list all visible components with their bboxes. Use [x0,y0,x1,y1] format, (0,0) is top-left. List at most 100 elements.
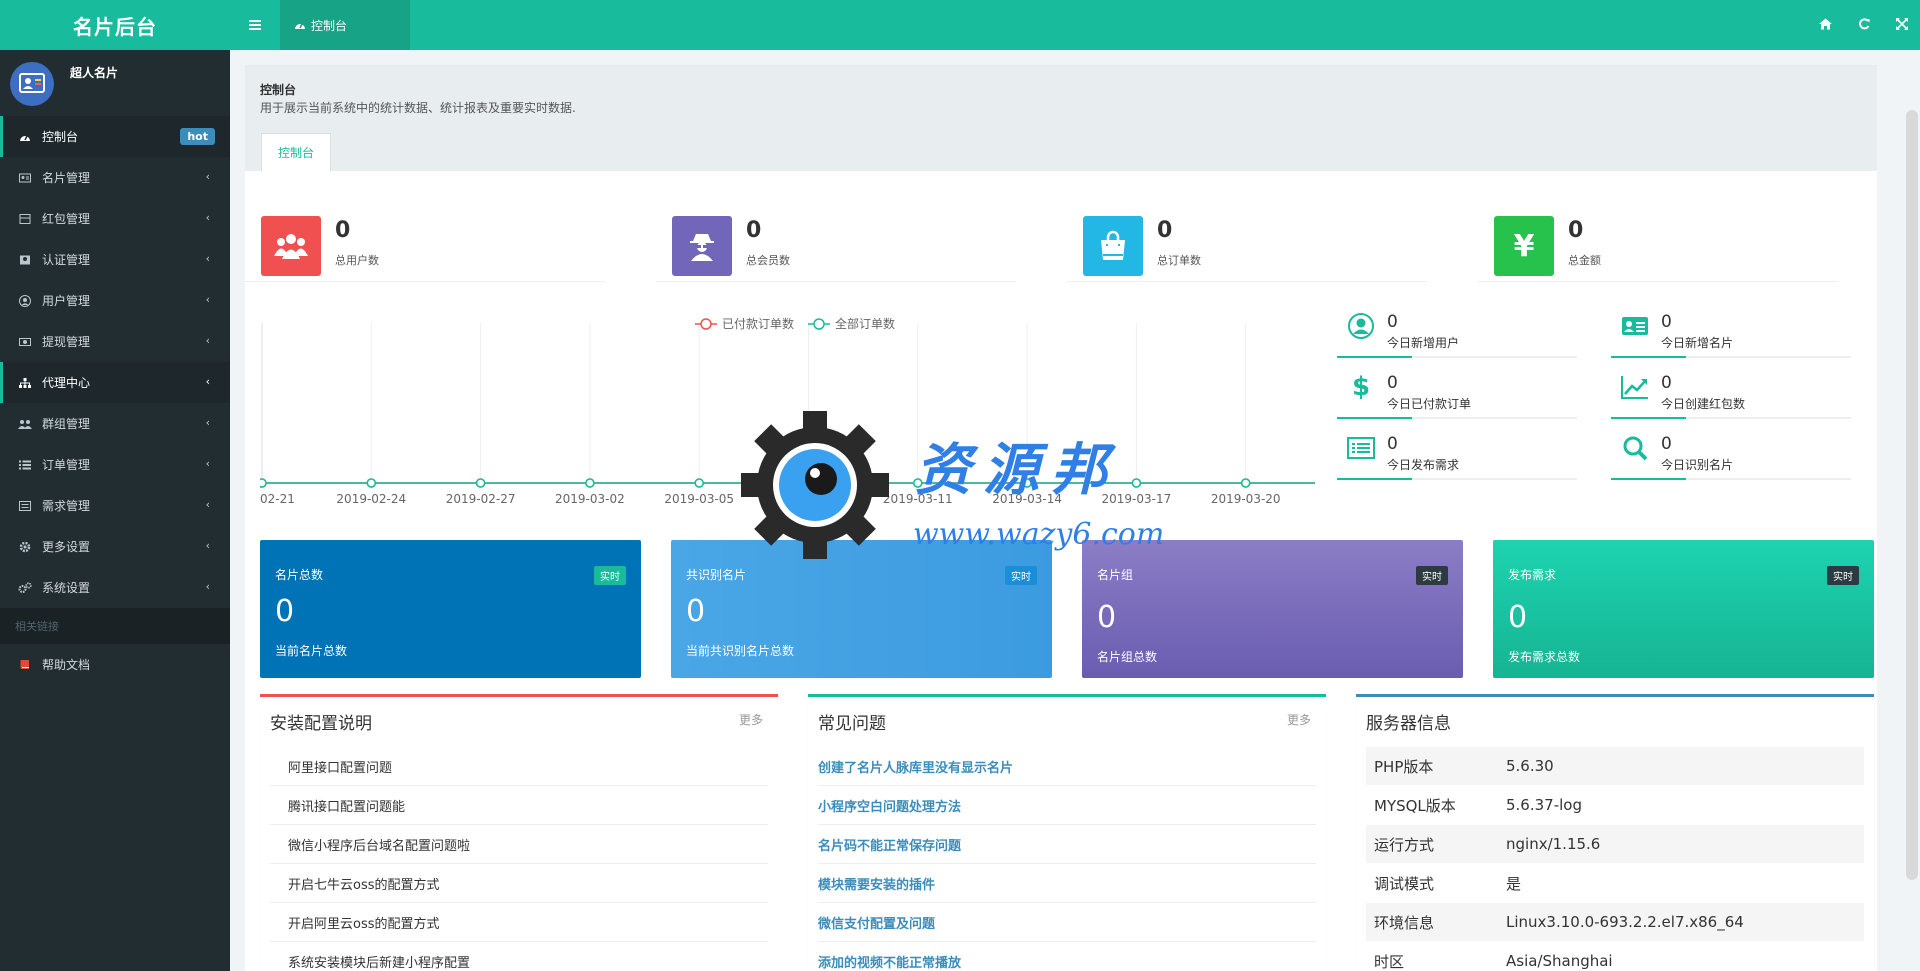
stat-value: 0 [746,218,762,243]
panel-header: 控制台 用于展示当前系统中的统计数据、统计报表及重要实时数据. 控制台 [245,65,1877,171]
sidebar-item-label: 提现管理 [42,335,91,349]
refresh-icon [1859,17,1870,29]
more-link[interactable]: 更多 [739,711,763,728]
user-circle-icon [1347,312,1375,340]
sidebar-item-system-settings[interactable]: 系统设置 ‹ [0,567,230,608]
data-point[interactable] [1240,478,1251,488]
list-item[interactable]: 腾讯接口配置问题能 [270,786,768,825]
refresh-button[interactable] [1858,17,1870,33]
sidebar-item-more-settings[interactable]: 更多设置 ‹ [0,526,230,567]
sidebar-item-help-docs[interactable]: 帮助文档 [0,644,230,685]
data-point[interactable] [913,478,923,488]
legend-label[interactable]: 已付款订单数 [722,316,794,331]
sidebar-item-demands[interactable]: 需求管理 ‹ [0,485,230,526]
chevron-left-icon: ‹ [205,580,210,593]
card-recognized-cards[interactable]: 共识别名片 实时 0 当前共识别名片总数 [671,540,1052,678]
data-point[interactable] [1022,478,1032,488]
realtime-badge: 实时 [1827,566,1859,585]
list-item[interactable]: 阿里接口配置问题 [270,747,768,786]
avatar[interactable] [10,62,54,106]
sidebar-item-card-management[interactable]: 名片管理 ‹ [0,157,230,198]
faq-link[interactable]: 名片码不能正常保存问题 [818,825,1316,864]
chevron-left-icon: ‹ [205,211,210,224]
list-alt-icon [1347,434,1375,462]
x-tick-label: 2019-03-14 [992,492,1062,506]
server-info-table: PHP版本 5.6.30 MYSQL版本 5.6.37-log 运行方式 nginx/… [1366,747,1864,971]
chevron-left-icon: ‹ [205,293,210,306]
faq-list: 创建了名片人脉库里没有显示名片 小程序空白问题处理方法 名片码不能正常保存问题 … [818,747,1316,971]
sidebar-item-withdraw[interactable]: 提现管理 ‹ [0,321,230,362]
row-key: 时区 [1374,952,1405,971]
home-icon [1819,18,1832,29]
table-row: 时区 Asia/Shanghai [1366,942,1864,971]
tab-dashboard-panel[interactable]: 控制台 [261,133,331,171]
sidebar-item-dashboard[interactable]: 控制台 hot [0,116,230,157]
sidebar-item-users[interactable]: 用户管理 ‹ [0,280,230,321]
card-description: 名片组总数 [1097,650,1158,664]
card-title: 名片组 [1097,568,1134,582]
sidebar-item-orders[interactable]: 订单管理 ‹ [0,444,230,485]
page-scrollbar[interactable] [1906,110,1918,880]
legend-label[interactable]: 全部订单数 [835,316,895,331]
money-icon [18,336,32,348]
chevron-left-icon: ‹ [205,416,210,429]
realtime-badge: 实时 [1416,566,1448,585]
data-point[interactable] [1131,478,1142,488]
app-logo[interactable]: 名片后台 [0,0,230,50]
book-icon [18,659,32,671]
small-stat-label: 今日识别名片 [1661,458,1734,472]
divider [1611,478,1686,480]
data-point[interactable] [366,478,377,488]
data-point[interactable] [803,478,814,488]
gears-icon [18,581,32,594]
list-item[interactable]: 系统安装模块后新建小程序配置 [270,942,768,971]
card-total-cards[interactable]: 名片总数 实时 0 当前名片总数 [260,540,641,678]
row-value: Linux3.10.0-693.2.2.el7.x86_64 [1506,913,1744,931]
faq-link[interactable]: 微信支付配置及问题 [818,903,1316,942]
sidebar-item-certification[interactable]: 认证管理 ‹ [0,239,230,280]
install-config-box: 安装配置说明 更多 阿里接口配置问题 腾讯接口配置问题能 微信小程序后台域名配置… [260,694,778,971]
user-circle-icon [18,294,32,307]
sidebar-item-groups[interactable]: 群组管理 ‹ [0,403,230,444]
tab-dashboard[interactable]: 控制台 [280,0,410,50]
sidebar-item-red-packet[interactable]: 红包管理 ‹ [0,198,230,239]
row-value: 5.6.30 [1506,757,1554,775]
small-stat-value: 0 [1661,373,1672,393]
fullscreen-button[interactable] [1896,17,1908,33]
list-item[interactable]: 开启七牛云oss的配置方式 [270,864,768,903]
sidebar: 名片后台 超人名片 控制台 hot 名片管理 ‹ 红包管理 ‹ 认证管理 ‹ 用… [0,0,230,971]
small-stat-recognized: 0 今日识别名片 [1611,428,1851,480]
faq-link[interactable]: 小程序空白问题处理方法 [818,786,1316,825]
sidebar-item-agent-center[interactable]: 代理中心 ‹ [0,362,230,403]
dashboard-panel: 控制台 用于展示当前系统中的统计数据、统计报表及重要实时数据. 控制台 0 总用… [245,65,1877,971]
stat-value: 0 [1157,218,1173,243]
card-demands[interactable]: 发布需求 实时 0 发布需求总数 [1493,540,1874,678]
card-description: 当前共识别名片总数 [686,644,795,658]
home-button[interactable] [1819,18,1832,33]
gear-icon [18,541,32,553]
row-key: 环境信息 [1374,913,1435,932]
table-row: 环境信息 Linux3.10.0-693.2.2.el7.x86_64 [1366,903,1864,942]
order-line-chart: 已付款订单数 全部订单数 02-21 2019-02-24 2019-02-27 2019… [257,315,1315,515]
row-key: PHP版本 [1374,757,1434,776]
small-stat-value: 0 [1387,312,1398,332]
list-item[interactable]: 微信小程序后台域名配置问题啦 [270,825,768,864]
data-point[interactable] [475,478,486,488]
more-link[interactable]: 更多 [1287,711,1311,728]
sidebar-toggle-button[interactable] [230,0,280,50]
data-point[interactable] [585,478,595,488]
faq-link[interactable]: 添加的视频不能正常播放 [818,942,1316,971]
data-point[interactable] [694,478,704,488]
list-item[interactable]: 开启阿里云oss的配置方式 [270,903,768,942]
x-tick-label: 2019-03-05 [664,492,734,506]
small-stat-label: 今日发布需求 [1387,458,1460,472]
stat-label: 总订单数 [1157,254,1201,267]
faq-link[interactable]: 模块需要安装的插件 [818,864,1316,903]
card-card-groups[interactable]: 名片组 实时 0 名片组总数 [1082,540,1463,678]
faq-link[interactable]: 创建了名片人脉库里没有显示名片 [818,747,1316,786]
small-stat-paid-orders: $ 0 今日已付款订单 [1337,367,1577,419]
hot-badge: hot [180,128,215,145]
list-alt-icon [18,500,32,512]
realtime-badge: 实时 [594,566,626,585]
data-point[interactable] [257,478,267,488]
